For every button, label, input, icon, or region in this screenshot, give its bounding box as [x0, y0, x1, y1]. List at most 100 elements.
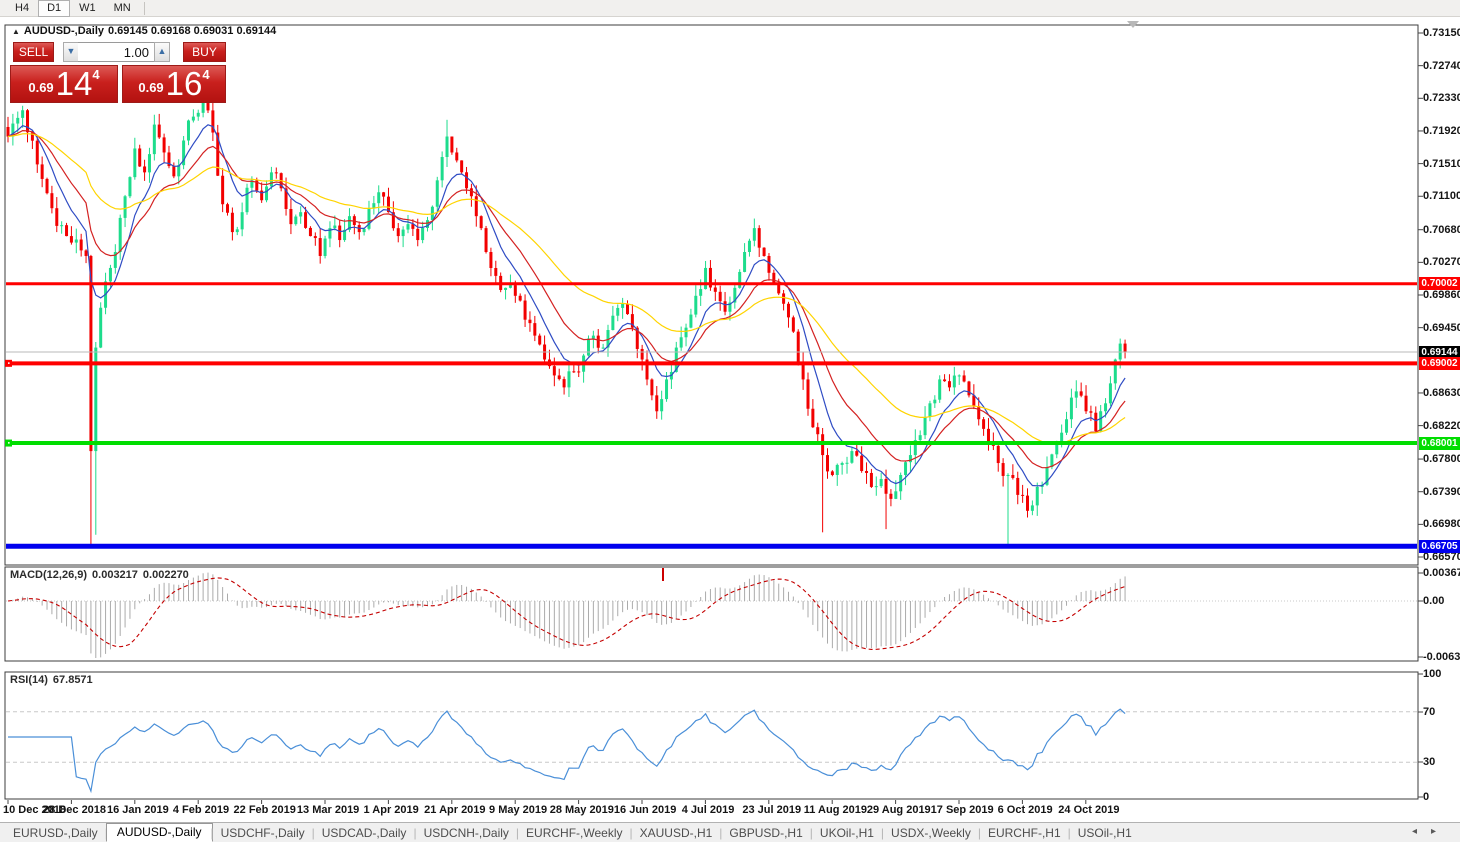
- tab-usoil-h1[interactable]: USOil-,H1: [1069, 825, 1141, 841]
- date-tick-label: 4 Feb 2019: [173, 804, 229, 816]
- date-tick-label: 4 Jul 2019: [682, 804, 735, 816]
- level-badge-0.66705: 0.66705: [1419, 540, 1460, 553]
- date-tick-label: 21 Apr 2019: [424, 804, 485, 816]
- price-tick-label: 0.67800: [1423, 453, 1459, 465]
- sell-price-box[interactable]: 0.69144: [10, 65, 118, 103]
- date-tick-label: 24 Oct 2019: [1058, 804, 1119, 816]
- date-tick-label: 1 Apr 2019: [364, 804, 419, 816]
- buy-button[interactable]: BUY: [183, 42, 226, 62]
- rsi-tick-label: 100: [1423, 668, 1459, 680]
- tab-eurchf-weekly[interactable]: EURCHF-,Weekly: [517, 825, 631, 841]
- chart-ohlc-values: 0.69145 0.69168 0.69031 0.69144: [108, 25, 276, 37]
- price-tick-label: 0.68220: [1423, 420, 1459, 432]
- date-tick-label: 28 May 2019: [550, 804, 614, 816]
- tab-gbpusd-h1[interactable]: GBPUSD-,H1: [720, 825, 811, 841]
- buy-price-main: 16: [166, 69, 203, 99]
- tab-scroll-left-icon[interactable]: ◂: [1412, 826, 1431, 837]
- chart-title: ▲ AUDUSD-,Daily 0.69145 0.69168 0.69031 0.…: [12, 25, 280, 37]
- chart-window: ▲ AUDUSD-,Daily 0.69145 0.69168 0.69031 0.…: [0, 17, 1460, 822]
- date-tick-label: 13 Mar 2019: [297, 804, 359, 816]
- volume-decrease-button[interactable]: ▼: [63, 42, 79, 62]
- price-tick-label: 0.71100: [1423, 190, 1459, 202]
- price-tick-label: 0.68630: [1423, 387, 1459, 399]
- tab-eurusd-daily[interactable]: EURUSD-,Daily: [4, 825, 107, 841]
- mt4-window: { "toolbar": {"timeframes": ["H4", "D1",…: [0, 0, 1460, 842]
- fast-ma-line: [8, 125, 1125, 486]
- tab-scroll-right-icon[interactable]: ▸: [1431, 826, 1450, 837]
- hline-objects[interactable]: [5, 284, 1417, 547]
- volume-input[interactable]: [78, 42, 155, 62]
- axis-ticks: [8, 33, 1423, 804]
- date-tick-label: 23 Jul 2019: [742, 804, 801, 816]
- price-tick-label: 0.71920: [1423, 125, 1459, 137]
- date-tick-label: 22 Feb 2019: [234, 804, 296, 816]
- chart-canvas[interactable]: [0, 17, 1460, 823]
- price-tick-label: 0.67390: [1423, 486, 1459, 498]
- buy-price-pip: 4: [202, 67, 209, 82]
- price-tick-label: 0.70680: [1423, 224, 1459, 236]
- timeframe-button-h4[interactable]: H4: [6, 0, 38, 17]
- sell-price-prefix: 0.69: [28, 80, 53, 95]
- tab-usdx-weekly[interactable]: USDX-,Weekly: [882, 825, 980, 841]
- rsi-tick-label: 70: [1423, 706, 1459, 718]
- buy-price-prefix: 0.69: [138, 80, 163, 95]
- level-badge-0.70002: 0.70002: [1419, 277, 1460, 290]
- price-tick-label: 0.70270: [1423, 256, 1459, 268]
- collapse-panel-icon[interactable]: ▲: [12, 27, 20, 36]
- date-tick-label: 9 May 2019: [489, 804, 547, 816]
- macd-tick-label: 0.00: [1423, 595, 1459, 607]
- price-tick-label: 0.72330: [1423, 92, 1459, 104]
- date-tick-label: 16 Jan 2019: [107, 804, 169, 816]
- price-tick-label: 0.69450: [1423, 322, 1459, 334]
- rsi-value: 67.8571: [53, 674, 93, 686]
- toolbar-separator: [144, 2, 145, 15]
- timeframe-button-mn[interactable]: MN: [105, 0, 140, 17]
- buy-price-box[interactable]: 0.69164: [122, 65, 226, 103]
- rsi-tick-label: 30: [1423, 756, 1459, 768]
- rsi-name: RSI(14): [10, 674, 48, 686]
- date-tick-label: 16 Jun 2019: [614, 804, 676, 816]
- price-tick-label: 0.69860: [1423, 289, 1459, 301]
- date-tick-label: 11 Aug 2019: [804, 804, 867, 816]
- level-badge-0.68001: 0.68001: [1419, 437, 1460, 450]
- price-tick-label: 0.72740: [1423, 60, 1459, 72]
- timeframe-toolbar: H4D1W1MN: [0, 0, 1460, 17]
- candles-layer: [7, 90, 1127, 545]
- macd-label: MACD(12,26,9)0.0032170.002270: [10, 569, 194, 581]
- price-tick-label: 0.73150: [1423, 27, 1459, 39]
- macd-main-value: 0.003217: [92, 569, 138, 581]
- price-tick-label: 0.66980: [1423, 518, 1459, 530]
- macd-pane: [6, 573, 1417, 658]
- tab-ukoil-h1[interactable]: UKOil-,H1: [811, 825, 883, 841]
- date-tick-label: 28 Dec 2018: [43, 804, 106, 816]
- spinner-up-icon: ▲: [158, 46, 167, 56]
- level-badge-0.69002: 0.69002: [1419, 357, 1460, 370]
- tab-scroll-arrows[interactable]: ◂▸: [1412, 826, 1450, 837]
- date-tick-label: 6 Oct 2019: [998, 804, 1053, 816]
- timeframe-button-d1[interactable]: D1: [38, 0, 70, 17]
- price-tick-label: 0.66570: [1423, 551, 1459, 563]
- rsi-pane: [6, 709, 1417, 791]
- chart-symbol-label: AUDUSD-,Daily: [24, 25, 104, 37]
- tab-audusd-daily[interactable]: AUDUSD-,Daily: [106, 823, 213, 842]
- macd-tick-label: 0.003674: [1423, 567, 1459, 579]
- chart-tab-bar: EURUSD-,Daily|AUDUSD-,Daily|USDCHF-,Dail…: [0, 822, 1460, 842]
- tab-usdcnh-daily[interactable]: USDCNH-,Daily: [415, 825, 518, 841]
- price-tick-label: 0.71510: [1423, 158, 1459, 170]
- mid-ma-line: [8, 131, 1125, 468]
- tab-xauusd-h1[interactable]: XAUUSD-,H1: [631, 825, 722, 841]
- macd-signal-value: 0.002270: [143, 569, 189, 581]
- date-tick-label: 29 Aug 2019: [867, 804, 931, 816]
- sell-price-main: 14: [56, 69, 93, 99]
- tab-eurchf-h1[interactable]: EURCHF-,H1: [979, 825, 1070, 841]
- sell-button[interactable]: SELL: [13, 42, 54, 62]
- rsi-label: RSI(14) 67.8571: [10, 674, 98, 686]
- volume-increase-button[interactable]: ▲: [154, 42, 170, 62]
- tab-usdchf-daily[interactable]: USDCHF-,Daily: [212, 825, 314, 841]
- moving-averages-layer: [8, 125, 1125, 486]
- rsi-tick-label: 0: [1423, 791, 1459, 803]
- slow-ma-line: [8, 134, 1125, 444]
- tab-usdcad-daily[interactable]: USDCAD-,Daily: [313, 825, 416, 841]
- date-tick-label: 17 Sep 2019: [931, 804, 994, 816]
- timeframe-button-w1[interactable]: W1: [70, 0, 105, 17]
